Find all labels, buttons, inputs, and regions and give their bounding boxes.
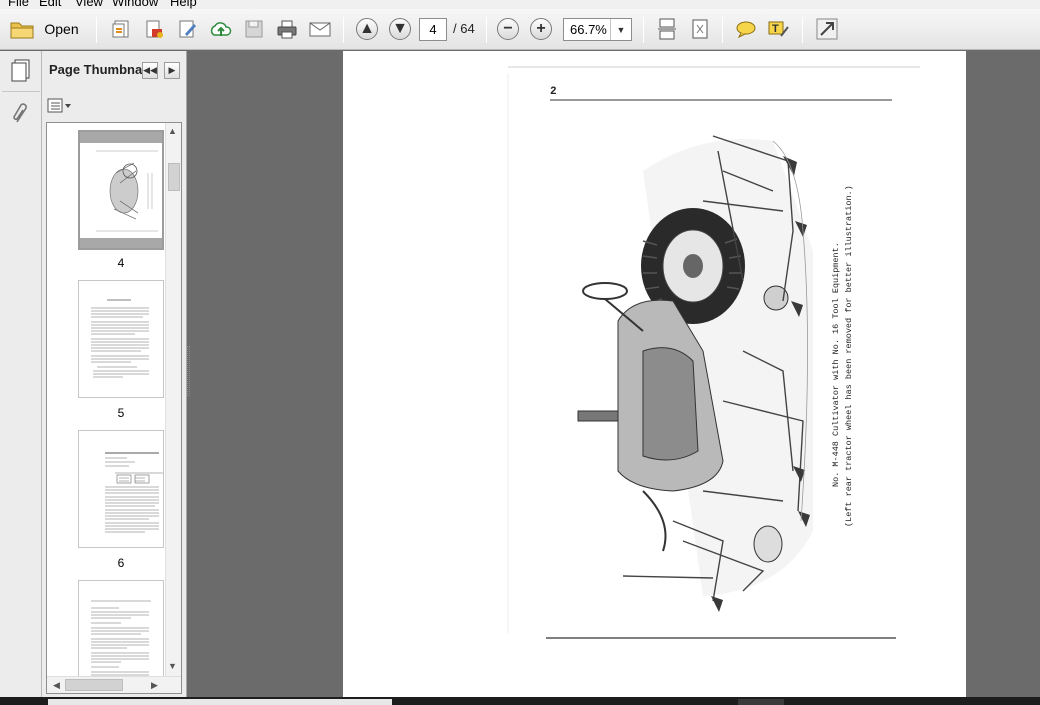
zoom-out-button[interactable]: − bbox=[495, 14, 521, 44]
highlight-text-button[interactable]: T bbox=[766, 14, 792, 44]
separator bbox=[343, 17, 344, 43]
separator bbox=[96, 17, 97, 43]
plus-icon: + bbox=[530, 18, 552, 40]
collapse-panel-button[interactable]: ◀◀ bbox=[142, 62, 158, 79]
attachments-tab[interactable] bbox=[8, 101, 34, 127]
next-page-button[interactable]: ▼ bbox=[387, 14, 413, 44]
navigation-pane-strip bbox=[0, 51, 42, 697]
save-disk-icon bbox=[245, 20, 263, 38]
panel-resize-handle[interactable] bbox=[187, 346, 190, 396]
thumbnail-page-4[interactable] bbox=[78, 130, 164, 250]
toolbar: Open ▲ ▼ 4 / 64 − + 66.7% ▼ T bbox=[0, 9, 1040, 50]
menu-file[interactable]: File bbox=[8, 0, 29, 9]
figure-caption-line-1: No. M-448 Cultivator with No. 16 Tool Eq… bbox=[831, 242, 841, 487]
fit-page-button[interactable] bbox=[687, 14, 713, 44]
panel-title: Page Thumbna... bbox=[49, 62, 154, 77]
scrollbar-thumb[interactable] bbox=[168, 163, 180, 191]
folder-icon bbox=[10, 22, 34, 39]
thumbnail-image bbox=[91, 299, 149, 378]
printer-icon bbox=[277, 20, 297, 39]
scroll-down-icon[interactable]: ▼ bbox=[168, 661, 177, 671]
comment-button[interactable] bbox=[733, 14, 759, 44]
thumbnail-horizontal-scrollbar[interactable]: ◀ ▶ bbox=[47, 676, 181, 693]
separator bbox=[2, 91, 40, 92]
save-button[interactable] bbox=[242, 14, 266, 44]
upload-button[interactable] bbox=[207, 14, 235, 44]
taskbar-strip bbox=[0, 697, 1040, 705]
menu-bar: File Edit View Window Help bbox=[0, 0, 1040, 9]
expand-button[interactable] bbox=[814, 14, 840, 44]
chevron-down-icon[interactable]: ▼ bbox=[610, 19, 631, 40]
menu-view[interactable]: View bbox=[75, 0, 103, 9]
open-label: Open bbox=[44, 21, 79, 37]
figure-caption-line-2: (Left rear tractor wheel has been remove… bbox=[844, 185, 854, 527]
tractor-cultivator-illustration bbox=[507, 66, 920, 639]
chevron-right-icon: ▶ bbox=[168, 65, 176, 75]
svg-text:T: T bbox=[772, 23, 779, 35]
zoom-select[interactable]: 66.7% ▼ bbox=[563, 18, 632, 41]
envelope-icon bbox=[309, 22, 331, 37]
thumbnail-list: 4 5 6 ▲ ▼ ◀ ▶ bbox=[46, 122, 182, 694]
scroll-right-icon[interactable]: ▶ bbox=[151, 680, 158, 691]
email-button[interactable] bbox=[307, 14, 333, 44]
edit-document-icon bbox=[179, 20, 196, 38]
thumbnail-label: 6 bbox=[117, 556, 125, 570]
cloud-upload-icon bbox=[210, 22, 232, 36]
thumbnail-image bbox=[80, 143, 162, 238]
paperclip-icon bbox=[13, 103, 27, 123]
scroll-left-icon[interactable]: ◀ bbox=[53, 680, 60, 691]
page-number: 2 bbox=[550, 86, 557, 98]
thumbnail-page-6[interactable] bbox=[78, 430, 164, 548]
thumbnails-panel: Page Thumbna... ◀◀ ▶ 4 5 6 ▲ ▼ ◀ ▶ bbox=[42, 51, 187, 697]
menu-edit[interactable]: Edit bbox=[39, 0, 61, 9]
document-page: 2 No. M-448 Cultivator with No. 16 Tool … bbox=[343, 51, 966, 697]
panel-forward-button[interactable]: ▶ bbox=[164, 62, 180, 79]
separator bbox=[802, 17, 803, 43]
text-highlight-icon: T bbox=[768, 21, 789, 37]
arrow-up-icon: ▲ bbox=[356, 18, 378, 40]
menu-window[interactable]: Window bbox=[112, 0, 158, 9]
separator bbox=[486, 17, 487, 43]
page-number-input[interactable]: 4 bbox=[419, 18, 447, 41]
options-button[interactable] bbox=[47, 97, 73, 115]
taskbar-item[interactable] bbox=[48, 699, 392, 705]
previous-page-button[interactable]: ▲ bbox=[354, 14, 380, 44]
minus-icon: − bbox=[497, 18, 519, 40]
thumbnail-label: 5 bbox=[117, 406, 125, 420]
fit-page-icon bbox=[692, 19, 708, 39]
create-pdf-button[interactable] bbox=[108, 14, 134, 44]
edit-pdf-button[interactable] bbox=[174, 14, 200, 44]
options-menu-icon bbox=[47, 98, 71, 113]
open-button[interactable]: Open bbox=[6, 14, 82, 44]
page-thumbnails-icon bbox=[11, 59, 30, 82]
zoom-in-button[interactable]: + bbox=[528, 14, 554, 44]
arrow-down-icon: ▼ bbox=[389, 18, 411, 40]
thumbnail-image bbox=[105, 452, 163, 533]
taskbar-item[interactable] bbox=[738, 699, 784, 705]
combine-files-icon bbox=[146, 20, 163, 38]
scroll-mode-button[interactable] bbox=[654, 14, 680, 44]
thumbnail-vertical-scrollbar[interactable]: ▲ ▼ bbox=[165, 123, 181, 678]
thumbnail-label: 4 bbox=[117, 256, 125, 270]
scroll-up-icon[interactable]: ▲ bbox=[168, 126, 177, 136]
page-thumbnails-tab[interactable] bbox=[8, 58, 34, 84]
comment-bubble-icon bbox=[736, 21, 756, 39]
scrollbar-thumb[interactable] bbox=[65, 679, 123, 691]
combine-files-button[interactable] bbox=[141, 14, 167, 44]
scroll-mode-icon bbox=[658, 18, 676, 40]
separator bbox=[722, 17, 723, 43]
separator bbox=[643, 17, 644, 43]
expand-arrow-icon bbox=[816, 18, 838, 40]
menu-help[interactable]: Help bbox=[170, 0, 197, 9]
thumbnail-page-5[interactable] bbox=[78, 280, 164, 398]
print-button[interactable] bbox=[274, 14, 300, 44]
page-count: / 64 bbox=[453, 21, 475, 36]
create-pdf-icon bbox=[112, 20, 129, 38]
double-chevron-left-icon: ◀◀ bbox=[143, 65, 157, 75]
zoom-value: 66.7% bbox=[570, 22, 607, 37]
